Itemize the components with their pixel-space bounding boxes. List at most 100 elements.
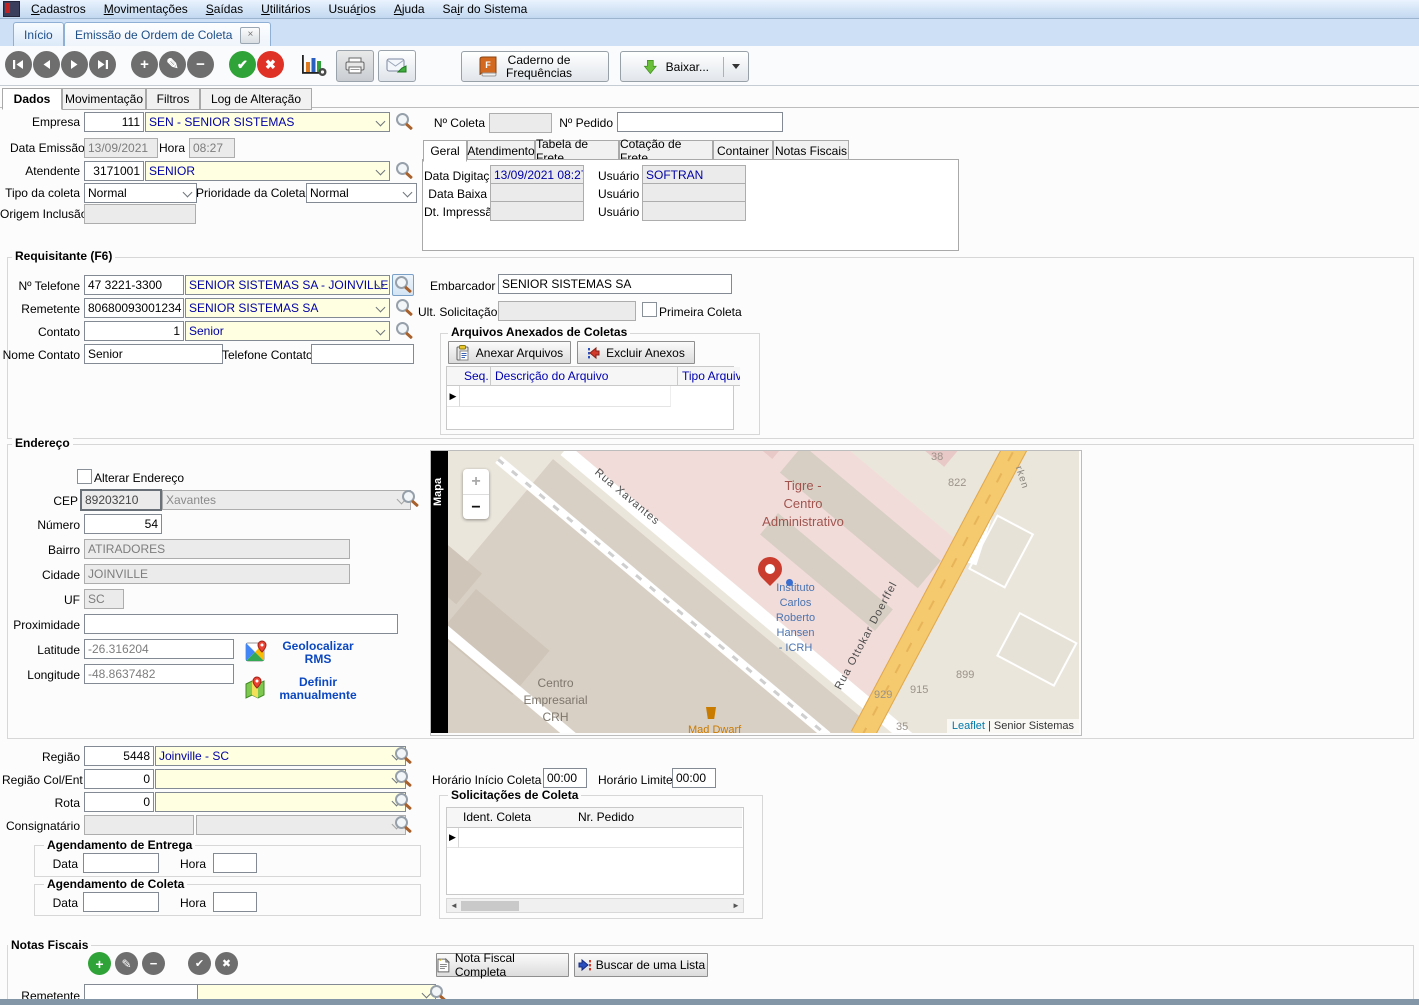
search-icon[interactable] bbox=[393, 746, 413, 766]
solicitacoes-col-ident[interactable]: Ident. Coleta bbox=[459, 808, 578, 828]
table-row[interactable] bbox=[460, 386, 671, 407]
regiao-field[interactable]: 5448 bbox=[84, 746, 154, 766]
empresa-combo[interactable]: SEN - SENIOR SISTEMAS bbox=[145, 112, 390, 132]
zoom-out-button[interactable]: − bbox=[463, 495, 489, 520]
horario-inicio-field[interactable]: 00:00 bbox=[543, 768, 587, 788]
solicitacoes-col-pedido[interactable]: Nr. Pedido bbox=[574, 808, 742, 828]
tab-filtros[interactable]: Filtros bbox=[146, 88, 200, 110]
horario-limite-field[interactable]: 00:00 bbox=[672, 768, 716, 788]
prioridade-combo[interactable]: Normal bbox=[306, 183, 417, 203]
nome-contato-field[interactable]: Senior bbox=[84, 344, 223, 364]
regiao-combo[interactable]: Joinville - SC bbox=[155, 746, 406, 766]
telefone-combo[interactable]: SENIOR SISTEMAS SA - JOINVILLE bbox=[185, 275, 390, 295]
menu-sair[interactable]: Sair do Sistema bbox=[434, 2, 537, 16]
add-button[interactable]: + bbox=[131, 51, 158, 78]
coleta-hora-field[interactable] bbox=[213, 892, 257, 912]
zoom-in-button[interactable]: + bbox=[463, 469, 489, 495]
menu-cadastros[interactable]: Cadastros bbox=[22, 2, 95, 16]
search-icon[interactable] bbox=[394, 298, 414, 318]
menu-utilitarios[interactable]: Utilitários bbox=[252, 2, 319, 16]
search-icon[interactable] bbox=[392, 274, 414, 296]
search-icon[interactable] bbox=[393, 769, 413, 789]
menu-saidas[interactable]: Saídas bbox=[197, 2, 252, 16]
excluir-anexos-button[interactable]: Excluir Anexos bbox=[577, 341, 695, 364]
cep-field[interactable]: 89203210 bbox=[80, 489, 162, 511]
scrollbar-thumb[interactable] bbox=[461, 901, 519, 911]
delete-button[interactable]: − bbox=[187, 51, 214, 78]
baixar-button[interactable]: Baixar... bbox=[620, 51, 749, 82]
anexos-col-tipo[interactable]: Tipo Arquivo bbox=[678, 367, 740, 386]
atendente-code-field[interactable]: 3171001 bbox=[84, 161, 144, 181]
nf-confirm-button[interactable]: ✔ bbox=[188, 952, 211, 975]
rota-field[interactable]: 0 bbox=[84, 792, 154, 812]
primeira-coleta-checkbox[interactable] bbox=[642, 302, 657, 317]
tab-movimentacao[interactable]: Movimentação bbox=[62, 88, 146, 110]
latitude-field[interactable]: -26.316204 bbox=[84, 639, 234, 659]
nf-cancel-button[interactable]: ✖ bbox=[215, 952, 238, 975]
print-button[interactable] bbox=[336, 50, 374, 82]
map-side-bar[interactable]: Mapa bbox=[431, 451, 448, 733]
coleta-data-field[interactable] bbox=[83, 892, 159, 912]
anexos-col-descricao[interactable]: Descrição do Arquivo bbox=[491, 367, 678, 386]
search-icon[interactable] bbox=[400, 489, 420, 509]
chevron-down-icon[interactable] bbox=[732, 64, 740, 69]
remetente-combo[interactable]: SENIOR SISTEMAS SA bbox=[185, 298, 390, 318]
solicitacoes-scrollbar[interactable]: ◄ ► bbox=[446, 898, 744, 913]
menu-movimentacoes[interactable]: Movimentações bbox=[95, 2, 197, 16]
map-canvas[interactable]: Rua Xavantes rken Rua Ottokar Doerffel T… bbox=[448, 451, 1079, 733]
proximidade-field[interactable] bbox=[84, 614, 398, 634]
nf-add-button[interactable]: + bbox=[88, 952, 111, 975]
regiao-colent-combo[interactable] bbox=[155, 769, 406, 789]
telefone-field[interactable]: 47 3221-3300 bbox=[84, 275, 184, 295]
leaflet-link[interactable]: Leaflet bbox=[952, 720, 985, 732]
search-icon[interactable] bbox=[393, 815, 413, 835]
chart-icon[interactable] bbox=[300, 53, 328, 77]
embarcador-field[interactable]: SENIOR SISTEMAS SA bbox=[498, 274, 732, 294]
caderno-frequencias-button[interactable]: F Caderno deFrequências bbox=[461, 51, 609, 82]
menu-usuarios[interactable]: Usuários bbox=[319, 2, 384, 16]
nav-next-button[interactable] bbox=[61, 51, 88, 78]
table-row[interactable] bbox=[459, 828, 743, 848]
tab-emissao-ordem-coleta[interactable]: Emissão de Ordem de Coleta × bbox=[64, 22, 271, 47]
remetente-field[interactable]: 80680093001234 bbox=[84, 298, 184, 318]
entrega-hora-field[interactable] bbox=[213, 853, 257, 873]
empresa-code-field[interactable]: 111 bbox=[84, 112, 144, 132]
search-icon[interactable] bbox=[394, 112, 414, 132]
search-icon[interactable] bbox=[394, 161, 414, 181]
tab-geral[interactable]: Geral bbox=[423, 140, 467, 162]
n-pedido-field[interactable] bbox=[617, 112, 783, 132]
contato-combo[interactable]: Senior bbox=[185, 321, 390, 341]
nav-last-button[interactable] bbox=[89, 51, 116, 78]
edit-button[interactable]: ✎ bbox=[159, 51, 186, 78]
contato-field[interactable]: 1 bbox=[84, 321, 184, 341]
scroll-left-icon[interactable]: ◄ bbox=[447, 899, 461, 912]
confirm-button[interactable]: ✔ bbox=[229, 51, 256, 78]
nav-first-button[interactable] bbox=[5, 51, 32, 78]
buscar-lista-button[interactable]: Buscar de uma Lista bbox=[574, 953, 708, 977]
entrega-data-field[interactable] bbox=[83, 853, 159, 873]
tab-inicio[interactable]: Início bbox=[13, 22, 64, 47]
scroll-right-icon[interactable]: ► bbox=[729, 899, 743, 912]
numero-field[interactable]: 54 bbox=[84, 514, 162, 534]
cancel-button[interactable]: ✖ bbox=[257, 51, 284, 78]
search-icon[interactable] bbox=[393, 792, 413, 812]
nav-prev-button[interactable] bbox=[33, 51, 60, 78]
nota-fiscal-completa-button[interactable]: Nota Fiscal Completa bbox=[436, 953, 569, 977]
anexos-col-seq[interactable]: Seq. bbox=[460, 367, 491, 386]
atendente-combo[interactable]: SENIOR bbox=[145, 161, 390, 181]
tipo-coleta-combo[interactable]: Normal bbox=[84, 183, 197, 203]
anexar-arquivos-button[interactable]: Anexar Arquivos bbox=[448, 341, 571, 364]
rota-combo[interactable] bbox=[155, 792, 406, 812]
nf-edit-button[interactable]: ✎ bbox=[115, 952, 138, 975]
search-icon[interactable] bbox=[394, 321, 414, 341]
send-button[interactable] bbox=[378, 50, 416, 82]
regiao-colent-field[interactable]: 0 bbox=[84, 769, 154, 789]
longitude-field[interactable]: -48.8637482 bbox=[84, 664, 234, 684]
nf-delete-button[interactable]: − bbox=[142, 952, 165, 975]
menu-ajuda[interactable]: Ajuda bbox=[385, 2, 434, 16]
definir-manualmente-button[interactable]: Definirmanualmente bbox=[245, 676, 357, 702]
geolocalizar-rms-button[interactable]: GeolocalizarRMS bbox=[245, 640, 357, 666]
alterar-endereco-checkbox[interactable] bbox=[77, 469, 92, 484]
telefone-contato-field[interactable] bbox=[311, 344, 414, 364]
tab-dados[interactable]: Dados bbox=[2, 88, 62, 110]
